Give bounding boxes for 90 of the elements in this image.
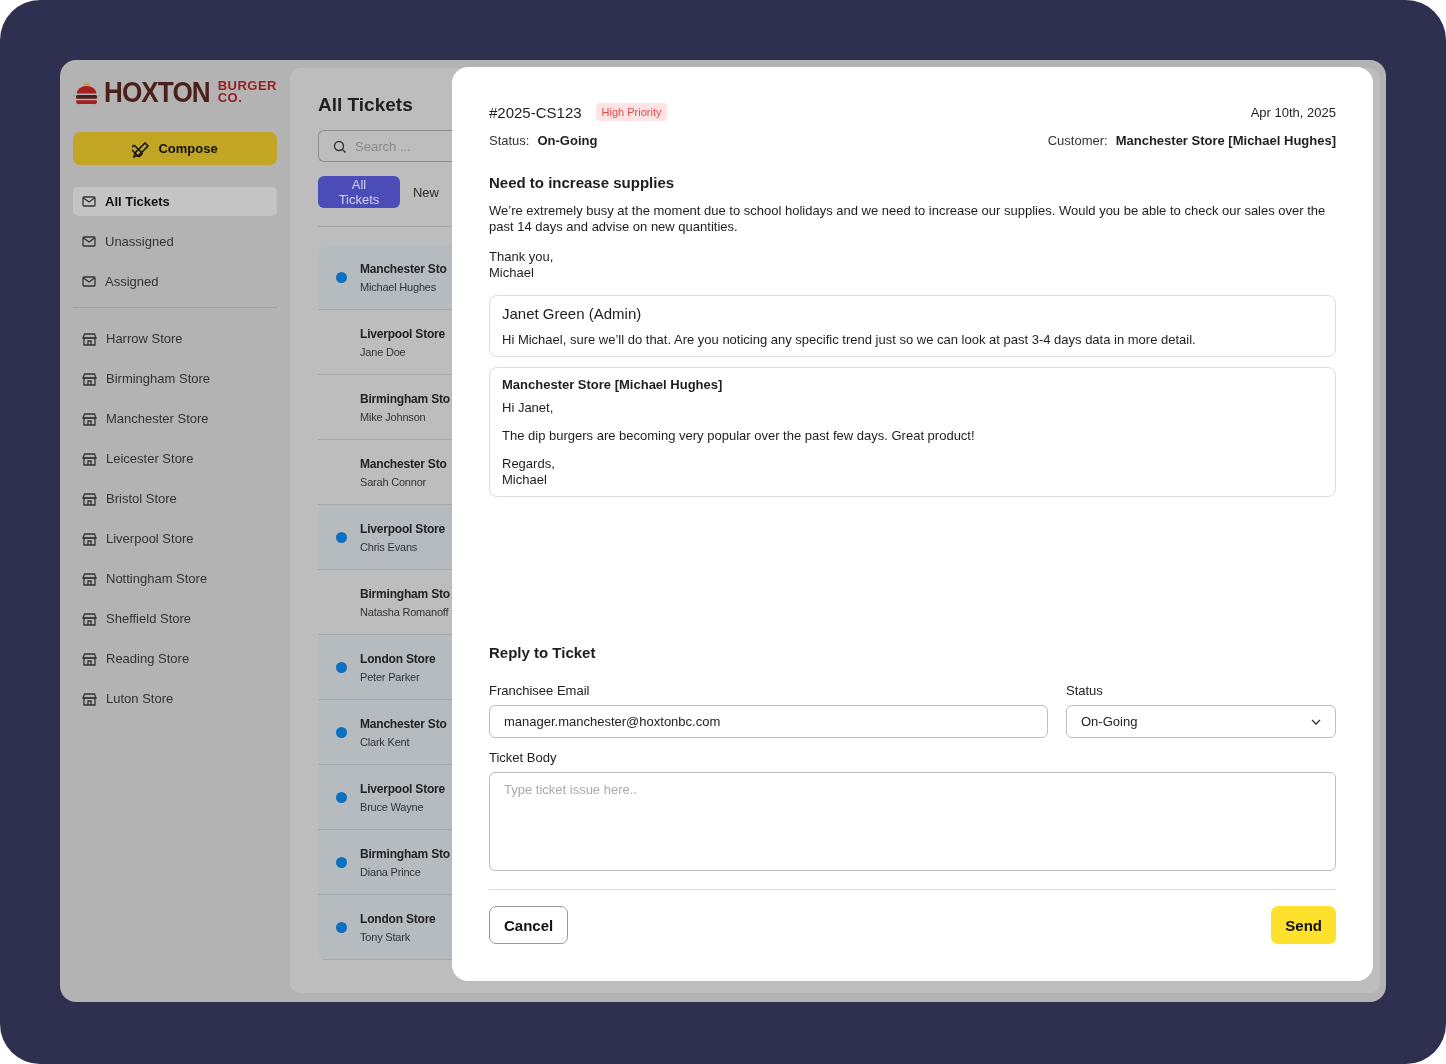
message-paragraph: Thank you, Michael bbox=[489, 249, 555, 281]
mailbox-item[interactable]: Unassigned bbox=[73, 227, 277, 256]
ticket-contact: Diana Prince bbox=[360, 865, 422, 878]
ticket-date: Apr 10th, 2025 bbox=[1250, 104, 1336, 120]
ticket-number: #2025-CS123 bbox=[489, 103, 582, 121]
ticket-contact: Bruce Wayne bbox=[360, 800, 425, 813]
status-dropdown[interactable]: On-Going bbox=[1066, 705, 1336, 738]
mailbox-item[interactable]: Assigned bbox=[73, 267, 277, 296]
store-icon bbox=[82, 571, 97, 586]
store-item[interactable]: Birmingham Store bbox=[73, 364, 277, 393]
ticket-store: Liverpool Store bbox=[360, 326, 445, 341]
form-title: Reply to Ticket bbox=[489, 644, 597, 661]
status-value: On-Going bbox=[537, 133, 598, 148]
ticket-body-field[interactable]: Type ticket issue here.. bbox=[489, 772, 1336, 871]
ticket-store: Manchester Sto bbox=[360, 716, 447, 731]
ticket-row[interactable]: London Store Peter Parker bbox=[318, 635, 452, 700]
ticket-contact: Tony Stark bbox=[360, 930, 411, 943]
store-icon bbox=[82, 371, 97, 386]
ticket-contact: Mike Johnson bbox=[360, 410, 427, 423]
logo-wordmark: HOXTON bbox=[104, 75, 210, 109]
store-icon bbox=[82, 651, 97, 666]
store-item[interactable]: Reading Store bbox=[73, 644, 277, 673]
ticket-row[interactable]: London Store Tony Stark bbox=[318, 895, 452, 960]
customer-label: Customer: bbox=[1047, 133, 1108, 148]
store-item[interactable]: Manchester Store bbox=[73, 404, 277, 433]
filter-tab[interactable]: All Tickets bbox=[318, 176, 400, 208]
compose-button[interactable]: Compose bbox=[73, 132, 277, 165]
store-icon bbox=[82, 611, 97, 626]
message-paragraph: We’re extremely busy at the moment due to school holidays and we need to increase our supplies. Would you be able to check our sales over the past 14 days and advise on new quantities. bbox=[489, 203, 1327, 235]
email-field[interactable]: manager.manchester@hoxtonbc.com bbox=[489, 705, 1048, 738]
ticket-contact: Sarah Connor bbox=[360, 475, 428, 488]
page-title: All Tickets bbox=[318, 94, 413, 116]
ticket-store: Birmingham Sto bbox=[360, 846, 450, 861]
chevron-icon bbox=[1311, 718, 1321, 725]
mailbox-item[interactable]: All Tickets bbox=[73, 187, 277, 216]
ticket-row[interactable]: Birmingham Sto Diana Prince bbox=[318, 830, 452, 895]
store-item[interactable]: Liverpool Store bbox=[73, 524, 277, 553]
ticket-store: Liverpool Store bbox=[360, 781, 445, 796]
ticket-store: Manchester Sto bbox=[360, 456, 447, 471]
store-icon bbox=[82, 451, 97, 466]
store-item[interactable]: Sheffield Store bbox=[73, 604, 277, 633]
store-icon bbox=[82, 331, 97, 346]
ticket-row[interactable]: Manchester Sto Clark Kent bbox=[318, 700, 452, 765]
ticket-contact: Jane Doe bbox=[360, 345, 407, 358]
store-item[interactable]: Harrow Store bbox=[73, 324, 277, 353]
ticket-store: Birmingham Sto bbox=[360, 586, 450, 601]
ticket-store: Manchester Sto bbox=[360, 261, 447, 276]
ticket-row[interactable]: Liverpool Store Chris Evans bbox=[318, 505, 452, 570]
ticket-store: London Store bbox=[360, 911, 436, 926]
store-item[interactable]: Bristol Store bbox=[73, 484, 277, 513]
cancel-button[interactable]: Cancel bbox=[489, 906, 569, 944]
send-button[interactable]: Send bbox=[1271, 906, 1336, 944]
search-icon bbox=[333, 140, 346, 153]
store-icon bbox=[82, 491, 97, 506]
reply-paragraph: The dip burgers are becoming very popular over the past few days. Great product! bbox=[502, 428, 976, 444]
ticket-row[interactable]: Liverpool Store Bruce Wayne bbox=[318, 765, 452, 830]
ticket-contact: Chris Evans bbox=[360, 540, 419, 553]
reply-paragraph: Hi Michael, sure we’ll do that. Are you noticing any specific trend just so we can look at past 3-4 days data in more detail. bbox=[502, 332, 1197, 348]
reply-author: Manchester Store [Michael Hughes] bbox=[502, 377, 724, 392]
pencil-ruler-icon bbox=[132, 139, 151, 158]
store-item[interactable]: Nottingham Store bbox=[73, 564, 277, 593]
mail-icon bbox=[82, 276, 96, 287]
ticket-row[interactable]: Manchester Sto Michael Hughes bbox=[318, 245, 452, 310]
ticket-subject: Need to increase supplies bbox=[489, 174, 676, 191]
store-icon bbox=[82, 691, 97, 706]
ticket-contact: Clark Kent bbox=[360, 735, 411, 748]
field-label: Status bbox=[1066, 683, 1104, 698]
filter-tab[interactable]: New bbox=[400, 176, 452, 208]
store-icon bbox=[82, 531, 97, 546]
ticket-contact: Natasha Romanoff bbox=[360, 605, 450, 618]
ticket-contact: Peter Parker bbox=[360, 670, 421, 683]
status-label: Status: bbox=[489, 133, 530, 148]
field-label: Ticket Body bbox=[489, 750, 558, 765]
store-item[interactable]: Leicester Store bbox=[73, 444, 277, 473]
reply-paragraph: Hi Janet, bbox=[502, 400, 555, 416]
store-item[interactable]: Luton Store bbox=[73, 684, 277, 713]
ticket-contact: Michael Hughes bbox=[360, 280, 438, 293]
ticket-store: Birmingham Sto bbox=[360, 391, 450, 406]
ticket-store: London Store bbox=[360, 651, 436, 666]
store-icon bbox=[82, 411, 97, 426]
reply-author: Janet Green (Admin) bbox=[502, 305, 643, 322]
logo-tagline: BURGER bbox=[217, 80, 277, 92]
field-label: Franchisee Email bbox=[489, 683, 591, 698]
mail-icon bbox=[82, 196, 96, 207]
ticket-store: Liverpool Store bbox=[360, 521, 445, 536]
logo-tagline: CO. bbox=[217, 92, 244, 104]
customer-value: Manchester Store [Michael Hughes] bbox=[1115, 133, 1336, 148]
priority-badge: High Priority bbox=[595, 103, 668, 121]
reply-paragraph: Regards, Michael bbox=[502, 456, 556, 488]
mail-icon bbox=[82, 236, 96, 247]
